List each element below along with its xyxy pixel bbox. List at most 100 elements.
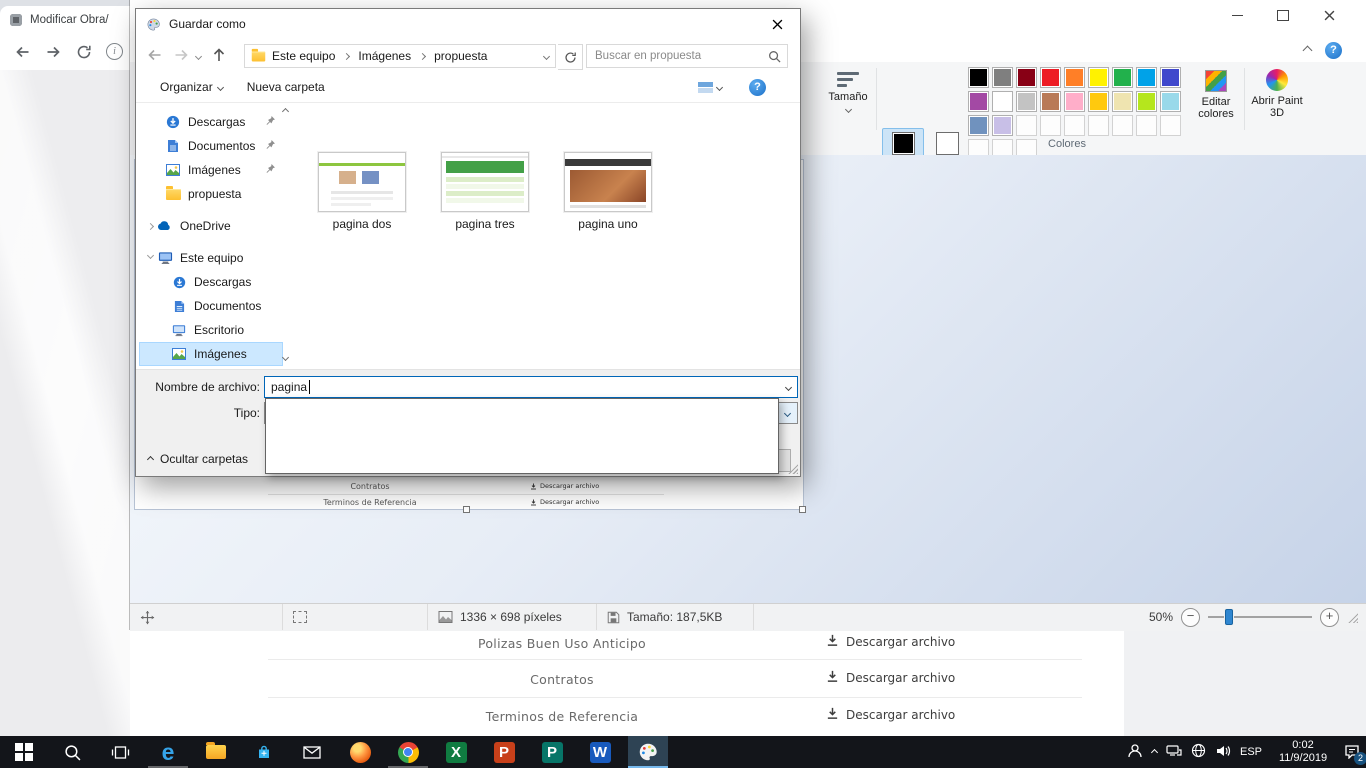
- expand-icon[interactable]: [147, 222, 154, 229]
- sidebar-item-onedrive[interactable]: OneDrive: [140, 215, 282, 237]
- palette-color[interactable]: [1136, 91, 1157, 112]
- zoom-slider-thumb[interactable]: [1225, 609, 1233, 625]
- hide-folders-button[interactable]: Ocultar carpetas: [148, 452, 248, 466]
- search-box[interactable]: [586, 44, 788, 68]
- palette-color[interactable]: [1112, 67, 1133, 88]
- globe-icon[interactable]: [1191, 743, 1206, 761]
- file-item[interactable]: pagina dos: [306, 152, 418, 231]
- start-button[interactable]: [4, 736, 44, 768]
- browser-reload-icon[interactable]: [76, 44, 92, 60]
- address-bar[interactable]: Este equipo Imágenes propuesta: [244, 44, 556, 68]
- download-link[interactable]: Descargar archivo: [826, 707, 955, 723]
- size-button[interactable]: Tamaño: [824, 66, 872, 112]
- zoom-slider[interactable]: [1208, 608, 1312, 626]
- file-item[interactable]: pagina uno: [552, 152, 664, 231]
- up-icon[interactable]: [211, 47, 227, 66]
- scroll-down-icon[interactable]: [282, 354, 289, 361]
- download-link[interactable]: Descargar archivo: [826, 634, 955, 650]
- taskbar-word[interactable]: W: [580, 736, 620, 768]
- palette-color[interactable]: [968, 67, 989, 88]
- address-dropdown-icon[interactable]: [543, 52, 550, 59]
- browser-tab[interactable]: Modificar Obra/: [0, 6, 142, 33]
- minimize-button[interactable]: [1214, 0, 1260, 30]
- breadcrumb-item[interactable]: Este equipo: [272, 49, 335, 63]
- zoom-out-button[interactable]: [1181, 608, 1200, 627]
- sidebar-item-propuesta[interactable]: propuesta: [140, 183, 282, 205]
- palette-empty-slot[interactable]: [1040, 115, 1061, 136]
- palette-color[interactable]: [992, 115, 1013, 136]
- notification-center-button[interactable]: 2: [1344, 744, 1362, 761]
- file-item[interactable]: pagina tres: [429, 152, 541, 231]
- palette-color[interactable]: [1160, 67, 1181, 88]
- taskbar-paint[interactable]: [628, 736, 668, 768]
- search-input[interactable]: [593, 49, 768, 63]
- clock[interactable]: 0:02 11/9/2019: [1271, 739, 1335, 765]
- palette-color[interactable]: [992, 91, 1013, 112]
- refresh-button[interactable]: [558, 44, 583, 70]
- volume-icon[interactable]: [1215, 744, 1231, 761]
- collapse-ribbon-icon[interactable]: [1303, 46, 1313, 56]
- palette-empty-slot[interactable]: [1064, 115, 1085, 136]
- filename-dropdown-icon[interactable]: [785, 383, 792, 390]
- collapse-icon[interactable]: [147, 252, 154, 259]
- window-resize-grip[interactable]: [1347, 612, 1358, 623]
- open-paint3d-button[interactable]: Abrir Paint 3D: [1248, 66, 1306, 119]
- palette-color[interactable]: [1016, 91, 1037, 112]
- breadcrumb-item[interactable]: propuesta: [434, 49, 487, 63]
- sidebar-item-imagenes[interactable]: Imágenes: [140, 159, 282, 181]
- palette-color[interactable]: [1160, 91, 1181, 112]
- language-indicator[interactable]: ESP: [1240, 746, 1262, 758]
- palette-empty-slot[interactable]: [1112, 115, 1133, 136]
- browser-back-icon[interactable]: [14, 44, 31, 60]
- breadcrumb-item[interactable]: Imágenes: [358, 49, 411, 63]
- sidebar-item-escritorio[interactable]: Escritorio: [140, 319, 282, 341]
- palette-color[interactable]: [1040, 67, 1061, 88]
- palette-empty-slot[interactable]: [1016, 115, 1037, 136]
- filename-input[interactable]: pagina: [264, 376, 798, 398]
- back-icon[interactable]: [146, 47, 163, 66]
- network-icon[interactable]: [1166, 744, 1182, 760]
- forward-icon[interactable]: [173, 47, 190, 66]
- taskbar-excel[interactable]: X: [436, 736, 476, 768]
- sidebar-item-descargas-pc[interactable]: Descargas: [140, 271, 282, 293]
- help-icon[interactable]: ?: [749, 79, 766, 96]
- taskbar-chrome[interactable]: [388, 736, 428, 768]
- palette-color[interactable]: [1064, 67, 1085, 88]
- palette-color[interactable]: [1112, 91, 1133, 112]
- new-folder-button[interactable]: Nueva carpeta: [247, 80, 325, 94]
- palette-color[interactable]: [1136, 67, 1157, 88]
- taskbar-powerpoint[interactable]: P: [484, 736, 524, 768]
- palette-color[interactable]: [1088, 67, 1109, 88]
- taskbar-file-explorer[interactable]: [196, 736, 236, 768]
- taskbar-store[interactable]: [244, 736, 284, 768]
- paint-help-icon[interactable]: ?: [1325, 42, 1342, 59]
- taskbar-search-button[interactable]: [52, 736, 92, 768]
- sidebar-item-este-equipo[interactable]: Este equipo: [140, 247, 282, 269]
- maximize-button[interactable]: [1260, 0, 1306, 30]
- palette-empty-slot[interactable]: [1160, 115, 1181, 136]
- sidebar-item-imagenes-pc[interactable]: Imágenes: [140, 343, 282, 365]
- palette-color[interactable]: [1040, 91, 1061, 112]
- edit-colors-button[interactable]: Editar colores: [1192, 66, 1240, 120]
- organize-button[interactable]: Organizar: [160, 80, 223, 94]
- palette-color[interactable]: [968, 91, 989, 112]
- palette-color[interactable]: [1016, 67, 1037, 88]
- taskbar-mail[interactable]: [292, 736, 332, 768]
- filetype-dropdown-panel[interactable]: [265, 398, 779, 474]
- people-icon[interactable]: [1127, 743, 1143, 761]
- page-info-icon[interactable]: i: [106, 43, 123, 60]
- zoom-in-button[interactable]: [1320, 608, 1339, 627]
- task-view-button[interactable]: [100, 736, 140, 768]
- sidebar-scrollbar[interactable]: [280, 103, 292, 370]
- show-hidden-icons[interactable]: [1151, 748, 1158, 755]
- palette-color[interactable]: [1064, 91, 1085, 112]
- taskbar-firefox[interactable]: [340, 736, 380, 768]
- download-link[interactable]: Descargar archivo: [826, 670, 955, 686]
- taskbar-edge[interactable]: e: [148, 736, 188, 768]
- close-button[interactable]: [1306, 0, 1352, 30]
- palette-color[interactable]: [992, 67, 1013, 88]
- canvas-resize-handle[interactable]: [463, 506, 470, 513]
- canvas-resize-handle[interactable]: [799, 506, 806, 513]
- sidebar-item-documentos[interactable]: Documentos: [140, 135, 282, 157]
- palette-color[interactable]: [1088, 91, 1109, 112]
